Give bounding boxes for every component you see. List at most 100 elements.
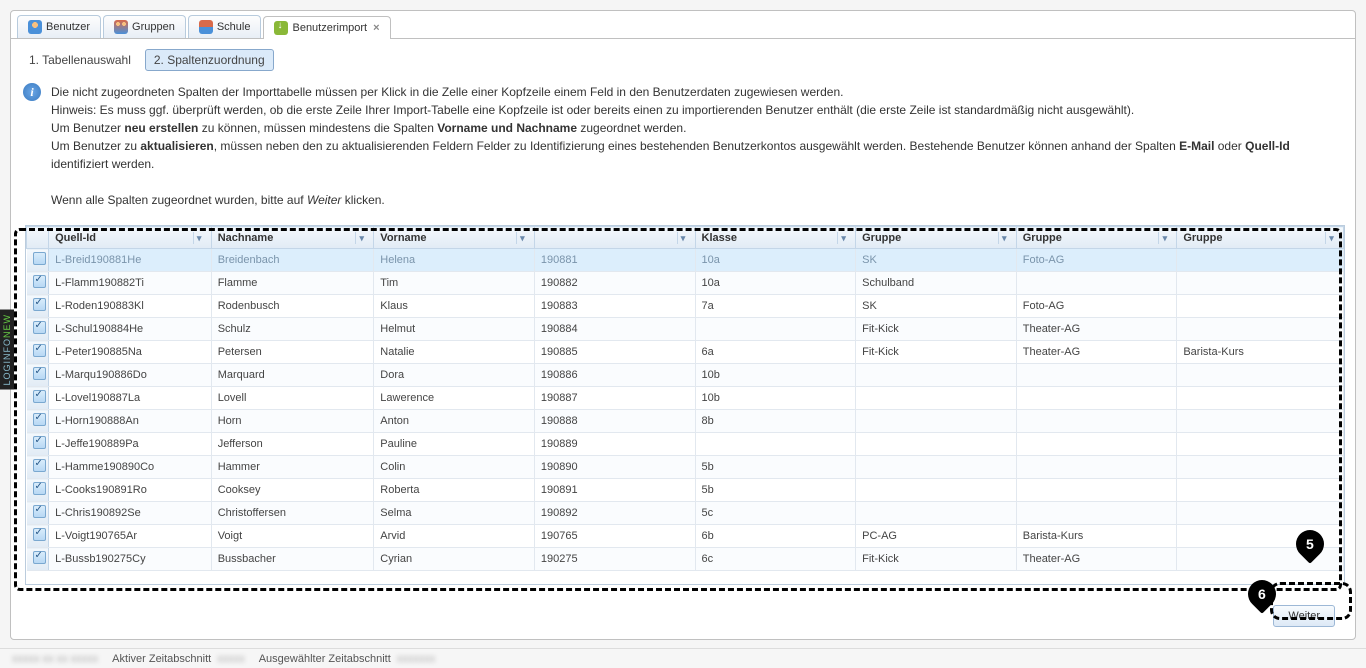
row-checkbox-cell[interactable] <box>27 318 49 341</box>
header-checkbox-col <box>27 227 49 249</box>
info-line2: Hinweis: Es muss ggf. überprüft werden, … <box>51 103 1134 117</box>
tab-gruppen[interactable]: Gruppen <box>103 15 186 38</box>
table-row[interactable]: L-Schul190884HeSchulzHelmut190884Fit-Kic… <box>27 318 1344 341</box>
column-dropdown-icon[interactable]: ▾ <box>1325 232 1337 244</box>
table-cell: Helmut <box>374 318 535 341</box>
column-header[interactable]: Gruppe▾ <box>856 227 1017 249</box>
checkbox-icon[interactable] <box>33 275 46 288</box>
table-row[interactable]: L-Marqu190886DoMarquardDora19088610b <box>27 364 1344 387</box>
table-cell: 7a <box>695 295 856 318</box>
table-row[interactable]: L-Jeffe190889PaJeffersonPauline190889 <box>27 433 1344 456</box>
tab-benutzerimport[interactable]: Benutzerimport× <box>263 16 390 39</box>
column-dropdown-icon[interactable]: ▾ <box>677 232 689 244</box>
table-cell <box>695 433 856 456</box>
import-table: Quell-Id▾Nachname▾Vorname▾▾Klasse▾Gruppe… <box>26 226 1344 571</box>
table-cell: Barista-Kurs <box>1177 341 1344 364</box>
table-cell: 5b <box>695 456 856 479</box>
column-header[interactable]: Gruppe▾ <box>1016 227 1177 249</box>
table-row[interactable]: L-Chris190892SeChristoffersenSelma190892… <box>27 502 1344 525</box>
table-row[interactable]: L-Cooks190891RoCookseyRoberta1908915b <box>27 479 1344 502</box>
wizard-step[interactable]: 2. Spaltenzuordnung <box>145 49 274 71</box>
table-cell: L-Roden190883Kl <box>49 295 212 318</box>
row-checkbox-cell[interactable] <box>27 295 49 318</box>
table-cell: 5c <box>695 502 856 525</box>
checkbox-icon[interactable] <box>33 551 46 564</box>
table-row[interactable]: L-Bussb190275CyBussbacherCyrian1902756cF… <box>27 548 1344 571</box>
row-checkbox-cell[interactable] <box>27 548 49 571</box>
column-dropdown-icon[interactable]: ▾ <box>516 232 528 244</box>
column-header[interactable]: Klasse▾ <box>695 227 856 249</box>
table-cell: 190885 <box>534 341 695 364</box>
table-cell: Natalie <box>374 341 535 364</box>
column-dropdown-icon[interactable]: ▾ <box>837 232 849 244</box>
column-header[interactable]: ▾ <box>534 227 695 249</box>
checkbox-icon[interactable] <box>33 321 46 334</box>
table-row[interactable]: L-Voigt190765ArVoigtArvid1907656bPC-AGBa… <box>27 525 1344 548</box>
checkbox-icon[interactable] <box>33 298 46 311</box>
table-cell <box>856 502 1017 525</box>
row-checkbox-cell[interactable] <box>27 479 49 502</box>
tab-label: Benutzer <box>46 21 90 33</box>
row-checkbox-cell[interactable] <box>27 433 49 456</box>
checkbox-icon[interactable] <box>33 390 46 403</box>
tab-schule[interactable]: Schule <box>188 15 262 38</box>
table-cell: Schulband <box>856 272 1017 295</box>
column-header[interactable]: Quell-Id▾ <box>49 227 212 249</box>
table-cell: Dora <box>374 364 535 387</box>
row-checkbox-cell[interactable] <box>27 502 49 525</box>
table-cell: Foto-AG <box>1016 249 1177 272</box>
tab-benutzer[interactable]: Benutzer <box>17 15 101 38</box>
column-header[interactable]: Nachname▾ <box>211 227 374 249</box>
checkbox-icon[interactable] <box>33 413 46 426</box>
table-cell: 190275 <box>534 548 695 571</box>
table-row[interactable]: L-Horn190888AnHornAnton1908888b <box>27 410 1344 433</box>
table-cell: SK <box>856 295 1017 318</box>
table-cell <box>1177 272 1344 295</box>
checkbox-icon[interactable] <box>33 505 46 518</box>
table-cell: Colin <box>374 456 535 479</box>
table-cell: Klaus <box>374 295 535 318</box>
table-cell: Barista-Kurs <box>1016 525 1177 548</box>
column-header[interactable]: Vorname▾ <box>374 227 535 249</box>
row-checkbox-cell[interactable] <box>27 456 49 479</box>
checkbox-icon[interactable] <box>33 252 46 265</box>
table-cell: 190887 <box>534 387 695 410</box>
row-checkbox-cell[interactable] <box>27 525 49 548</box>
table-row[interactable]: L-Hamme190890CoHammerColin1908905b <box>27 456 1344 479</box>
checkbox-icon[interactable] <box>33 436 46 449</box>
column-dropdown-icon[interactable]: ▾ <box>355 232 367 244</box>
table-cell: 6b <box>695 525 856 548</box>
next-button[interactable]: Weiter <box>1273 605 1335 627</box>
column-dropdown-icon[interactable]: ▾ <box>1158 232 1170 244</box>
checkbox-icon[interactable] <box>33 367 46 380</box>
checkbox-icon[interactable] <box>33 528 46 541</box>
table-row[interactable]: L-Roden190883KlRodenbuschKlaus1908837aSK… <box>27 295 1344 318</box>
table-cell <box>1177 410 1344 433</box>
table-cell <box>856 364 1017 387</box>
table-row[interactable]: L-Flamm190882TiFlammeTim19088210aSchulba… <box>27 272 1344 295</box>
table-cell: Theater-AG <box>1016 318 1177 341</box>
row-checkbox-cell[interactable] <box>27 341 49 364</box>
table-row[interactable]: L-Breid190881HeBreidenbachHelena19088110… <box>27 249 1344 272</box>
row-checkbox-cell[interactable] <box>27 249 49 272</box>
column-header[interactable]: Gruppe▾ <box>1177 227 1344 249</box>
close-icon[interactable]: × <box>373 22 379 34</box>
column-dropdown-icon[interactable]: ▾ <box>193 232 205 244</box>
table-cell: 190889 <box>534 433 695 456</box>
button-bar: Weiter <box>1273 605 1335 627</box>
table-scroll[interactable]: Quell-Id▾Nachname▾Vorname▾▾Klasse▾Gruppe… <box>26 226 1344 584</box>
table-row[interactable]: L-Lovel190887LaLovellLawerence19088710b <box>27 387 1344 410</box>
row-checkbox-cell[interactable] <box>27 387 49 410</box>
row-checkbox-cell[interactable] <box>27 364 49 387</box>
row-checkbox-cell[interactable] <box>27 410 49 433</box>
column-dropdown-icon[interactable]: ▾ <box>998 232 1010 244</box>
table-cell: L-Peter190885Na <box>49 341 212 364</box>
checkbox-icon[interactable] <box>33 344 46 357</box>
table-cell: 8b <box>695 410 856 433</box>
checkbox-icon[interactable] <box>33 482 46 495</box>
wizard-step[interactable]: 1. Tabellenauswahl <box>21 50 139 70</box>
checkbox-icon[interactable] <box>33 459 46 472</box>
table-cell: Rodenbusch <box>211 295 374 318</box>
row-checkbox-cell[interactable] <box>27 272 49 295</box>
table-row[interactable]: L-Peter190885NaPetersenNatalie1908856aFi… <box>27 341 1344 364</box>
